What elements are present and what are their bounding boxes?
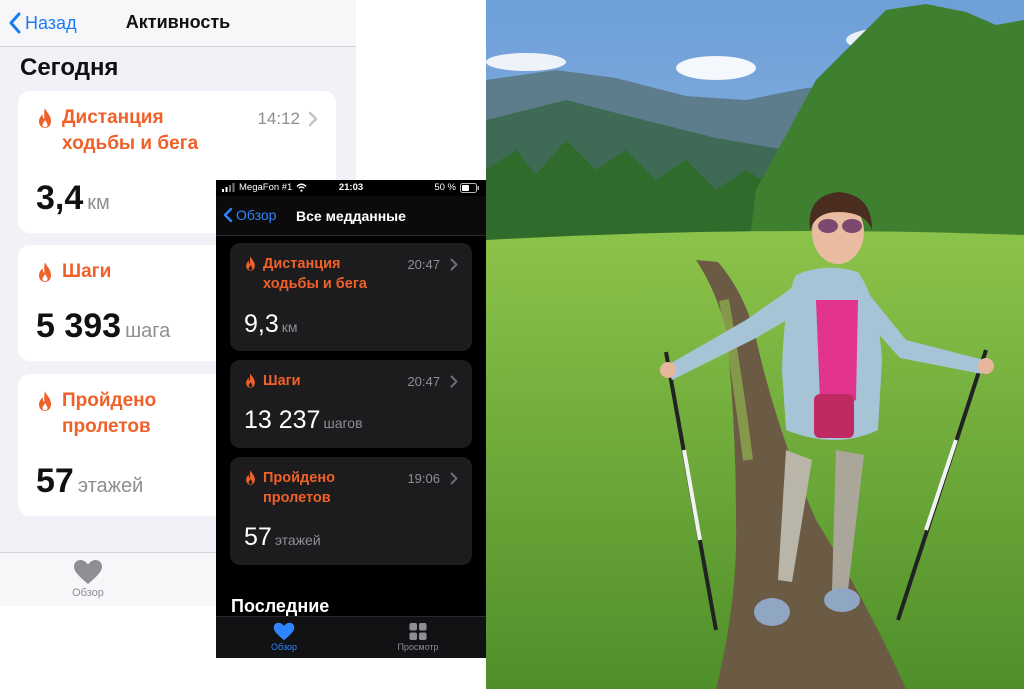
- card-value: 3,4: [36, 179, 84, 217]
- card-value: 5 393: [36, 307, 122, 345]
- steps-card[interactable]: Шаги 20:47 13 237 шагов: [230, 360, 472, 448]
- light-navbar: Назад Активность: [0, 0, 356, 47]
- hiking-photo: [486, 0, 1024, 689]
- tab-label: Просмотр: [397, 642, 439, 652]
- floors-card[interactable]: Пройдено пролетов 19:06 57 этажей: [230, 457, 472, 565]
- section-title: Последние: [231, 596, 330, 616]
- chevron-right-icon: [450, 472, 458, 485]
- flame-icon: [39, 108, 51, 128]
- card-unit: км: [281, 319, 298, 335]
- card-value: 9,3: [244, 310, 279, 338]
- card-label-line2: пролетов: [263, 490, 331, 506]
- chevron-left-icon: [223, 207, 233, 223]
- card-label-line1: Шаги: [62, 261, 112, 282]
- battery-percent: 50 %: [434, 182, 456, 193]
- tab-browse[interactable]: Просмотр: [388, 622, 448, 652]
- card-time: 19:06: [407, 471, 440, 486]
- chevron-right-icon: [450, 258, 458, 271]
- chevron-right-icon: [450, 375, 458, 388]
- card-label-line1: Пройдено: [62, 390, 157, 411]
- distance-card[interactable]: Дистанция ходьбы и бега 20:47 9,3 км: [230, 243, 472, 351]
- card-label-line1: Шаги: [263, 373, 301, 389]
- card-value: 13 237: [244, 406, 321, 434]
- grid-icon: [409, 622, 427, 641]
- back-label: Обзор: [236, 207, 277, 223]
- card-label-line1: Дистанция: [263, 256, 341, 272]
- flame-icon: [246, 256, 255, 271]
- card-value: 57: [244, 523, 272, 551]
- card-label-line1: Пройдено: [263, 470, 335, 486]
- card-unit: этажей: [274, 532, 321, 548]
- tab-summary[interactable]: Обзор: [64, 559, 112, 599]
- card-unit: шагов: [323, 415, 363, 431]
- chevron-right-icon: [308, 111, 318, 127]
- back-button[interactable]: Обзор: [223, 207, 276, 223]
- card-value: 57: [36, 462, 74, 500]
- card-label-line2: ходьбы и бега: [62, 133, 199, 154]
- card-time: 20:47: [407, 374, 440, 389]
- card-unit: этажей: [77, 475, 144, 497]
- card-label-line2: пролетов: [62, 416, 151, 437]
- page-title: Активность: [125, 12, 231, 32]
- card-label-line1: Дистанция: [62, 107, 164, 128]
- hiking-photo-illustration: [486, 0, 1024, 689]
- card-time: 14:12: [257, 109, 300, 128]
- dark-navbar: Обзор Все медданные: [216, 196, 486, 236]
- dark-health-screen: MegaFon #1 21:03 50 % Обзор Все медданны…: [216, 180, 486, 658]
- tab-label: Обзор: [72, 587, 104, 599]
- flame-icon: [246, 373, 255, 388]
- flame-icon: [246, 470, 255, 485]
- composite-image: Назад Активность Сегодня Дистанция ходьб…: [0, 0, 1024, 689]
- card-unit: км: [87, 192, 110, 214]
- status-bar: MegaFon #1 21:03 50 %: [216, 180, 486, 196]
- page-title: Все медданные: [296, 208, 406, 224]
- tab-summary[interactable]: Обзор: [254, 622, 314, 652]
- heart-icon: [273, 622, 295, 641]
- battery-icon: [460, 182, 479, 193]
- section-title: Сегодня: [20, 54, 119, 81]
- flame-icon: [39, 262, 51, 282]
- flame-icon: [39, 391, 51, 411]
- card-label-line2: ходьбы и бега: [263, 276, 367, 292]
- card-unit: шага: [125, 320, 171, 342]
- heart-icon: [74, 560, 102, 584]
- tab-label: Обзор: [271, 642, 297, 652]
- dark-tabbar: Обзор Просмотр: [216, 616, 486, 658]
- card-time: 20:47: [407, 257, 440, 272]
